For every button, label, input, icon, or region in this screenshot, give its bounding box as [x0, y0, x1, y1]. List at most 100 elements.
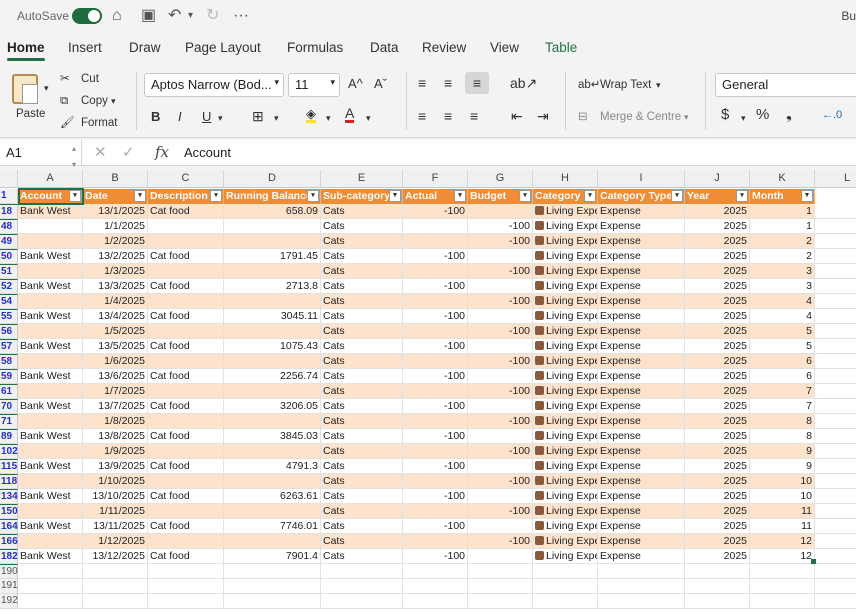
table-cell[interactable]: 2025 — [685, 324, 750, 339]
column-header-f[interactable]: F — [403, 170, 468, 188]
copy-button[interactable]: Copy — [81, 93, 108, 109]
table-cell[interactable]: Cats — [321, 234, 403, 249]
paste-label[interactable]: Paste — [16, 106, 45, 122]
table-cell[interactable]: Cats — [321, 534, 403, 549]
table-cell[interactable]: 6 — [750, 369, 815, 384]
name-box-stepper-icon[interactable]: ▴ ▾ — [72, 141, 76, 173]
table-cell[interactable]: Living Expe — [533, 549, 598, 564]
table-cell[interactable] — [148, 294, 224, 309]
align-center-icon[interactable]: ≡ — [444, 108, 452, 124]
table-cell[interactable]: Living Expe — [533, 459, 598, 474]
table-cell[interactable]: 13/7/2025 — [83, 399, 148, 414]
font-color-dropdown-icon[interactable]: ▾ — [366, 110, 371, 126]
table-cell[interactable]: -100 — [403, 249, 468, 264]
table-cell[interactable]: Cats — [321, 309, 403, 324]
table-cell[interactable]: Expense — [598, 459, 685, 474]
table-header-cell[interactable]: Budget ▾ — [468, 189, 533, 204]
table-cell[interactable] — [224, 234, 321, 249]
filter-active-icon[interactable]: ▼ — [389, 190, 401, 202]
table-cell[interactable]: 7746.01 — [224, 519, 321, 534]
filter-dropdown-icon[interactable]: ▾ — [134, 190, 146, 202]
table-cell[interactable] — [468, 429, 533, 444]
table-cell[interactable]: 1 — [750, 204, 815, 219]
table-cell[interactable]: 1/5/2025 — [83, 324, 148, 339]
table-cell[interactable]: 11 — [750, 519, 815, 534]
table-cell[interactable]: Expense — [598, 444, 685, 459]
row-header[interactable]: 191 — [0, 579, 18, 594]
table-cell[interactable] — [403, 414, 468, 429]
table-cell[interactable]: 2 — [750, 249, 815, 264]
underline-button[interactable]: U — [202, 109, 211, 125]
table-cell[interactable]: Cats — [321, 519, 403, 534]
filter-dropdown-icon[interactable]: ▾ — [671, 190, 683, 202]
table-cell[interactable]: 2025 — [685, 339, 750, 354]
undo-icon[interactable]: ↶ — [168, 6, 181, 26]
column-header-j[interactable]: J — [685, 170, 750, 188]
column-header-a[interactable]: A — [18, 170, 83, 188]
table-cell[interactable]: Living Expe — [533, 339, 598, 354]
table-cell[interactable]: Living Expe — [533, 264, 598, 279]
formula-input[interactable]: Account — [184, 145, 231, 160]
table-cell[interactable] — [403, 384, 468, 399]
empty-cell[interactable] — [685, 594, 750, 609]
table-cell[interactable] — [224, 414, 321, 429]
table-cell[interactable]: -100 — [468, 384, 533, 399]
borders-icon[interactable]: ⊞ — [252, 108, 264, 124]
table-cell[interactable]: 2025 — [685, 489, 750, 504]
table-cell[interactable]: Cats — [321, 354, 403, 369]
table-cell[interactable]: Cat food — [148, 309, 224, 324]
table-cell[interactable]: 13/8/2025 — [83, 429, 148, 444]
wrap-text-icon[interactable]: ab↵ — [578, 77, 600, 93]
table-cell[interactable]: Bank West — [18, 249, 83, 264]
table-cell[interactable] — [468, 489, 533, 504]
undo-dropdown-icon[interactable]: ▾ — [188, 6, 193, 26]
tab-insert[interactable]: Insert — [68, 40, 102, 55]
paste-dropdown-icon[interactable]: ▾ — [44, 80, 49, 96]
number-format-select[interactable]: General — [715, 73, 856, 97]
table-cell[interactable] — [18, 234, 83, 249]
tab-data[interactable]: Data — [370, 40, 399, 55]
empty-cell[interactable] — [533, 594, 598, 609]
table-cell[interactable]: Bank West — [18, 339, 83, 354]
row-header[interactable]: 48 — [0, 219, 18, 234]
row-header[interactable]: 164 — [0, 519, 18, 534]
table-cell[interactable]: Cats — [321, 264, 403, 279]
filter-dropdown-icon[interactable]: ▾ — [210, 190, 222, 202]
currency-icon[interactable]: $ — [721, 107, 729, 123]
table-cell[interactable]: -100 — [468, 294, 533, 309]
table-cell[interactable]: Expense — [598, 294, 685, 309]
table-cell[interactable]: Bank West — [18, 279, 83, 294]
table-cell[interactable] — [148, 444, 224, 459]
row-header[interactable]: 71 — [0, 414, 18, 429]
empty-cell[interactable] — [815, 534, 856, 549]
table-cell[interactable]: 7 — [750, 399, 815, 414]
table-cell[interactable]: 2025 — [685, 444, 750, 459]
table-cell[interactable]: 10 — [750, 474, 815, 489]
row-header[interactable]: 1 — [0, 189, 18, 204]
table-cell[interactable]: Living Expe — [533, 294, 598, 309]
empty-cell[interactable] — [815, 564, 856, 579]
table-cell[interactable]: 6263.61 — [224, 489, 321, 504]
table-cell[interactable]: 13/5/2025 — [83, 339, 148, 354]
table-cell[interactable]: Cats — [321, 504, 403, 519]
table-cell[interactable]: Cats — [321, 294, 403, 309]
table-cell[interactable]: Cat food — [148, 399, 224, 414]
spreadsheet-grid[interactable]: A B C D E F G H I J K L 1 Account ▾ Date ▾ Description ▾ Ru… — [0, 170, 856, 614]
table-cell[interactable]: 1791.45 — [224, 249, 321, 264]
empty-cell[interactable] — [224, 579, 321, 594]
tab-draw[interactable]: Draw — [129, 40, 161, 55]
table-cell[interactable]: Living Expe — [533, 309, 598, 324]
table-cell[interactable]: Living Expe — [533, 444, 598, 459]
table-cell[interactable]: 2025 — [685, 294, 750, 309]
table-cell[interactable]: Expense — [598, 399, 685, 414]
table-cell[interactable]: 2025 — [685, 399, 750, 414]
table-cell[interactable] — [468, 549, 533, 564]
table-cell[interactable]: 3045.11 — [224, 309, 321, 324]
table-cell[interactable] — [148, 504, 224, 519]
table-cell[interactable]: -100 — [403, 519, 468, 534]
decrease-font-icon[interactable]: Aˇ — [374, 76, 387, 92]
table-cell[interactable] — [18, 324, 83, 339]
table-cell[interactable]: 2025 — [685, 249, 750, 264]
table-header-cell[interactable]: Date ▾ — [83, 189, 148, 204]
empty-cell[interactable] — [815, 264, 856, 279]
